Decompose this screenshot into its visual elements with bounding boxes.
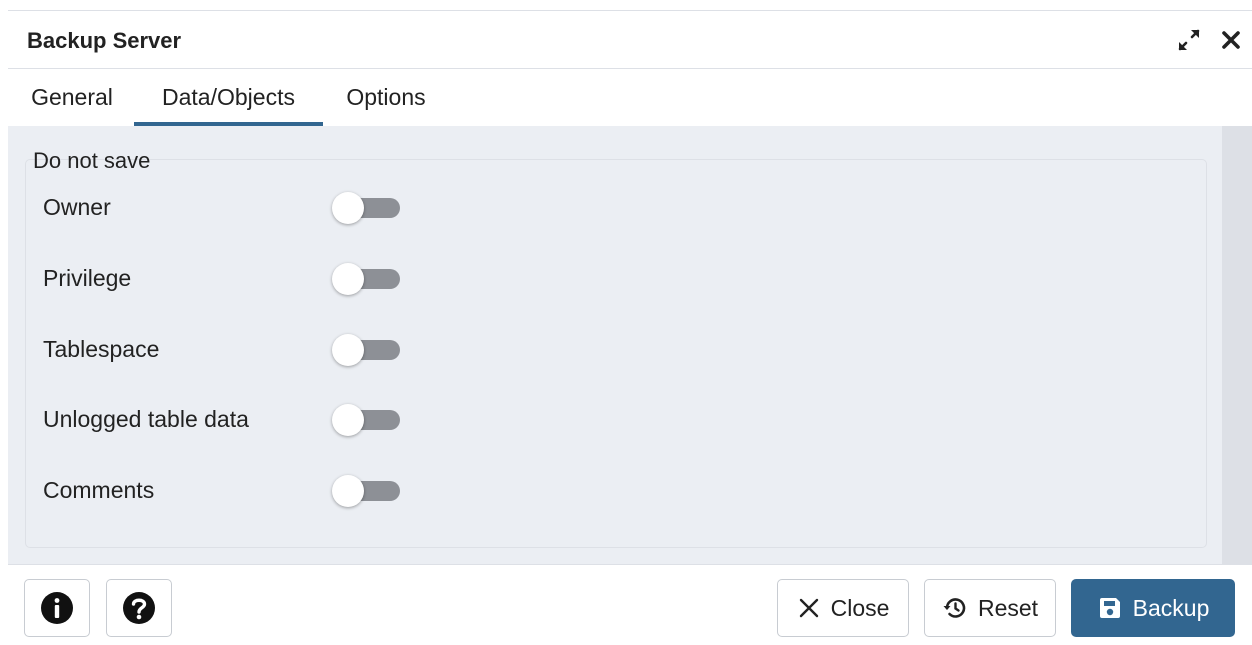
option-label: Owner bbox=[43, 194, 111, 220]
dialog-titlebar[interactable]: Backup Server bbox=[8, 11, 1252, 69]
tablespace-toggle[interactable] bbox=[332, 334, 400, 366]
option-label: Comments bbox=[43, 477, 155, 503]
comments-toggle[interactable] bbox=[332, 475, 400, 507]
tab-label: Options bbox=[346, 84, 426, 110]
dialog-footer: Close Reset Backup bbox=[8, 564, 1252, 645]
option-label: Privilege bbox=[43, 265, 132, 291]
dialog-title: Backup Server bbox=[27, 28, 182, 53]
option-label: Tablespace bbox=[43, 336, 160, 362]
tab-options[interactable]: Options bbox=[338, 70, 434, 126]
close-icon bbox=[1222, 31, 1240, 49]
toggle-knob bbox=[332, 192, 364, 224]
toggle-knob bbox=[332, 334, 364, 366]
help-icon bbox=[123, 592, 155, 624]
tab-bar: General Data/Objects Options bbox=[8, 70, 1252, 126]
info-icon bbox=[41, 592, 73, 624]
reset-button-label: Reset bbox=[977, 594, 1039, 621]
option-label: Unlogged table data bbox=[43, 406, 249, 432]
backup-server-dialog: Backup Server General Data/Objects Optio… bbox=[8, 10, 1252, 645]
unlogged-table-data-toggle[interactable] bbox=[332, 404, 400, 436]
toggle-knob bbox=[332, 404, 364, 436]
content-scrollbar[interactable] bbox=[1222, 126, 1252, 564]
owner-toggle[interactable] bbox=[332, 192, 400, 224]
toggle-knob bbox=[332, 263, 364, 295]
save-icon bbox=[1099, 598, 1120, 618]
history-icon bbox=[943, 598, 966, 618]
close-dialog-button[interactable] bbox=[1216, 25, 1246, 55]
reset-button[interactable]: Reset bbox=[924, 579, 1056, 637]
option-row-tablespace: Tablespace bbox=[26, 324, 1208, 374]
maximize-button[interactable] bbox=[1174, 25, 1204, 55]
group-legend: Do not save bbox=[33, 148, 151, 173]
option-row-comments: Comments bbox=[26, 465, 1208, 515]
close-icon bbox=[799, 598, 818, 618]
tab-general[interactable]: General bbox=[26, 70, 118, 126]
do-not-save-group: Owner Privilege Tablespace Unlogged tabl… bbox=[25, 159, 1207, 548]
backup-button-label: Backup bbox=[1132, 594, 1210, 621]
privilege-toggle[interactable] bbox=[332, 263, 400, 295]
tab-data-objects[interactable]: Data/Objects bbox=[134, 70, 323, 126]
option-row-owner: Owner bbox=[26, 182, 1208, 232]
help-button[interactable] bbox=[106, 579, 172, 637]
close-button[interactable]: Close bbox=[777, 579, 909, 637]
titlebar-controls bbox=[1172, 25, 1252, 55]
tab-label: Data/Objects bbox=[162, 84, 295, 110]
backup-button[interactable]: Backup bbox=[1071, 579, 1235, 637]
close-button-label: Close bbox=[830, 594, 890, 621]
tab-label: General bbox=[31, 84, 113, 110]
option-row-privilege: Privilege bbox=[26, 253, 1208, 303]
info-button[interactable] bbox=[24, 579, 90, 637]
option-row-unlogged-table-data: Unlogged table data bbox=[26, 394, 1208, 444]
expand-arrows-icon bbox=[1178, 29, 1200, 51]
toggle-knob bbox=[332, 475, 364, 507]
tab-content-panel: Owner Privilege Tablespace Unlogged tabl… bbox=[8, 126, 1222, 564]
